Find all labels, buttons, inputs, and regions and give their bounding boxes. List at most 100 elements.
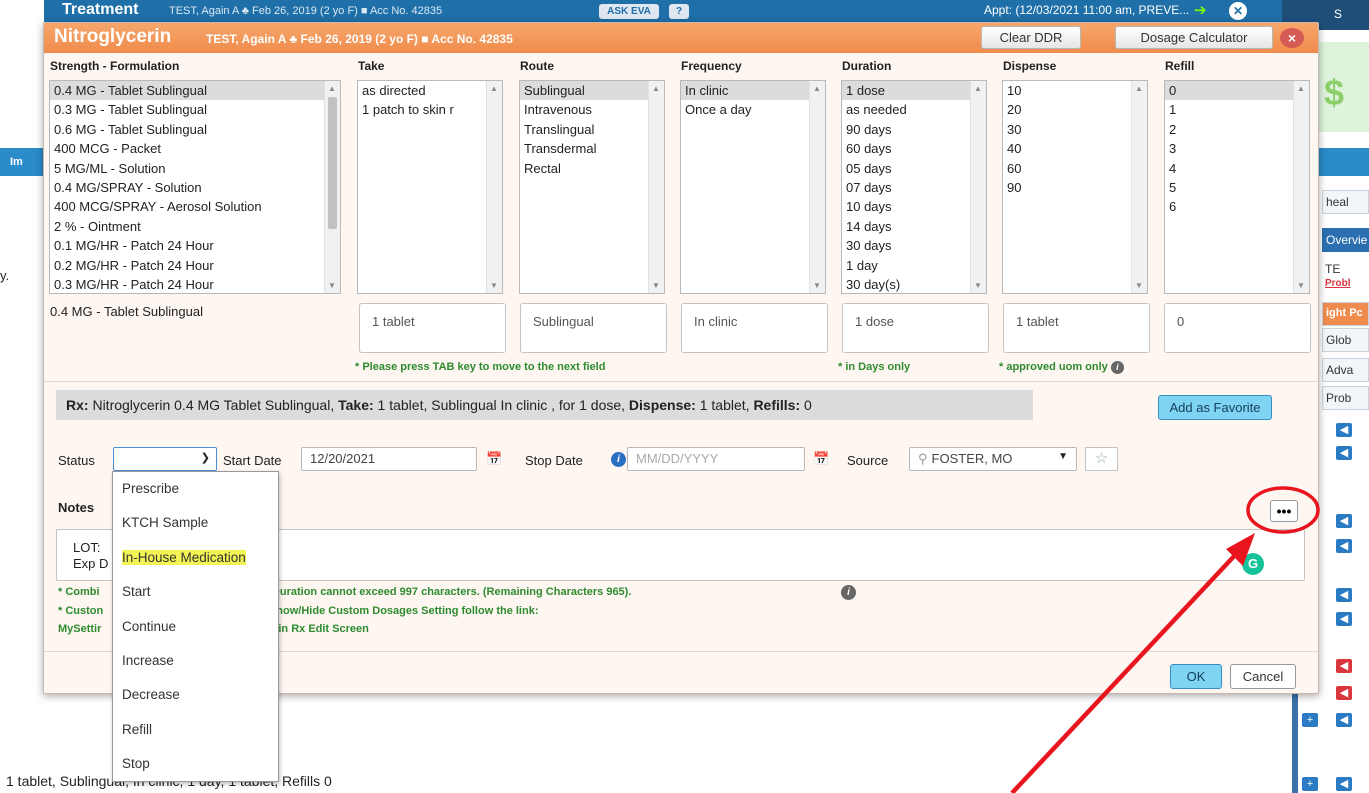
list-option[interactable]: In clinic — [681, 81, 825, 101]
status-option[interactable]: Prescribe — [113, 472, 278, 506]
dosage-calculator-button[interactable]: Dosage Calculator — [1115, 26, 1273, 49]
list-option[interactable]: 1 day — [842, 256, 986, 275]
scrollbar[interactable]: ▲ ▼ — [486, 81, 502, 293]
info-icon[interactable]: i — [611, 452, 626, 467]
list-option[interactable]: 1 dose — [842, 81, 986, 101]
caret-up-icon[interactable]: ▲ — [813, 84, 821, 93]
ok-button[interactable]: OK — [1170, 664, 1222, 689]
status-option[interactable]: Stop — [113, 747, 278, 781]
plus-icon[interactable]: + — [1302, 777, 1318, 791]
close-icon[interactable]: × — [1280, 28, 1304, 48]
list-option[interactable]: 90 days — [842, 120, 986, 139]
list-option[interactable]: 0.4 MG/SPRAY - Solution — [50, 178, 340, 197]
caret-down-icon[interactable]: ▼ — [813, 281, 821, 290]
list-option[interactable]: 2 % - Ointment — [50, 217, 340, 236]
status-option[interactable]: Decrease — [113, 678, 278, 712]
info-icon[interactable]: i — [1110, 361, 1124, 374]
calendar-icon[interactable]: 📅 — [486, 451, 502, 467]
status-option[interactable]: Increase — [113, 644, 278, 678]
status-option[interactable]: KTCH Sample — [113, 506, 278, 540]
caret-up-icon[interactable]: ▲ — [1297, 84, 1305, 93]
stop-date-input[interactable]: MM/DD/YYYY — [627, 447, 805, 471]
ask-eva-button[interactable]: ASK EVA — [599, 4, 659, 19]
list-option[interactable]: 30 — [1003, 120, 1147, 139]
close-icon[interactable]: ✕ — [1229, 2, 1247, 20]
list-option[interactable]: as directed — [358, 81, 502, 100]
side-label-health[interactable]: heal — [1322, 190, 1369, 214]
scrollbar-thumb[interactable] — [328, 97, 337, 229]
list-option[interactable]: 0.3 MG - Tablet Sublingual — [50, 100, 340, 119]
list-option[interactable]: Intravenous — [520, 100, 664, 119]
list-option[interactable]: 30 day(s) — [842, 275, 986, 293]
duration-listbox[interactable]: 1 dose as needed 90 days 60 days 05 days 07 d… — [841, 80, 987, 294]
arrow-left-icon[interactable]: ◀ — [1336, 539, 1352, 553]
list-option[interactable]: 20 — [1003, 100, 1147, 119]
arrow-right-icon[interactable]: ➔ — [1194, 1, 1207, 19]
list-option[interactable]: Sublingual — [520, 81, 664, 101]
list-option[interactable]: 90 — [1003, 178, 1147, 197]
scrollbar[interactable]: ▲ ▼ — [324, 81, 340, 293]
scrollbar[interactable]: ▲ ▼ — [1131, 81, 1147, 293]
caret-up-icon[interactable]: ▲ — [328, 84, 336, 93]
list-option[interactable]: as needed — [842, 100, 986, 119]
info-icon[interactable]: i — [841, 585, 856, 600]
list-option[interactable]: 0.2 MG/HR - Patch 24 Hour — [50, 256, 340, 275]
more-options-button[interactable]: ••• — [1270, 500, 1298, 522]
list-option[interactable]: 30 days — [842, 236, 986, 255]
arrow-left-icon[interactable]: ◀ — [1336, 686, 1352, 700]
route-value-field[interactable]: Sublingual — [520, 303, 667, 353]
take-listbox[interactable]: as directed 1 patch to skin r ▲ ▼ — [357, 80, 503, 294]
scrollbar[interactable]: ▲ ▼ — [809, 81, 825, 293]
help-button[interactable]: ? — [669, 4, 689, 19]
list-option[interactable]: 14 days — [842, 217, 986, 236]
plus-icon[interactable]: + — [1302, 713, 1318, 727]
caret-up-icon[interactable]: ▲ — [652, 84, 660, 93]
list-option[interactable]: Translingual — [520, 120, 664, 139]
list-option[interactable]: 4 — [1165, 159, 1309, 178]
list-option[interactable]: 0.4 MG - Tablet Sublingual — [50, 81, 340, 101]
frequency-listbox[interactable]: In clinic Once a day ▲ ▼ — [680, 80, 826, 294]
calendar-icon[interactable]: 📅 — [813, 451, 829, 467]
caret-down-icon[interactable]: ▼ — [652, 281, 660, 290]
scrollbar[interactable]: ▲ ▼ — [1293, 81, 1309, 293]
list-option[interactable]: 60 days — [842, 139, 986, 158]
dispense-listbox[interactable]: 10 20 30 40 60 90 ▲ ▼ — [1002, 80, 1148, 294]
duration-value-field[interactable]: 1 dose — [842, 303, 989, 353]
arrow-left-icon[interactable]: ◀ — [1336, 659, 1352, 673]
source-select[interactable]: ⚲ FOSTER, MO ▼ — [909, 447, 1077, 471]
side-label-highlight[interactable]: ight Pc — [1322, 302, 1369, 326]
side-label-problems-2[interactable]: Prob — [1322, 386, 1369, 410]
list-option[interactable]: 1 patch to skin r — [358, 100, 502, 119]
caret-up-icon[interactable]: ▲ — [490, 84, 498, 93]
grammarly-icon[interactable]: G — [1242, 553, 1264, 575]
cancel-button[interactable]: Cancel — [1230, 664, 1296, 689]
status-option[interactable]: Continue — [113, 610, 278, 644]
list-option[interactable]: 60 — [1003, 159, 1147, 178]
list-option[interactable]: 6 — [1165, 197, 1309, 216]
caret-down-icon[interactable]: ▼ — [328, 281, 336, 290]
clear-ddr-button[interactable]: Clear DDR — [981, 26, 1081, 49]
list-option[interactable]: 07 days — [842, 178, 986, 197]
list-option[interactable]: Once a day — [681, 100, 825, 119]
scrollbar[interactable]: ▲ ▼ — [970, 81, 986, 293]
list-option[interactable]: 400 MCG - Packet — [50, 139, 340, 158]
arrow-left-icon[interactable]: ◀ — [1336, 514, 1352, 528]
list-option[interactable]: 5 MG/ML - Solution — [50, 159, 340, 178]
list-option[interactable]: 0.1 MG/HR - Patch 24 Hour — [50, 236, 340, 255]
list-option[interactable]: Rectal — [520, 159, 664, 178]
side-label-global[interactable]: Glob — [1322, 328, 1369, 352]
arrow-left-icon[interactable]: ◀ — [1336, 612, 1352, 626]
side-label-problems[interactable]: Probl — [1322, 274, 1369, 298]
dispense-value-field[interactable]: 1 tablet — [1003, 303, 1150, 353]
side-label-advanced[interactable]: Adva — [1322, 358, 1369, 382]
status-option[interactable]: Refill — [113, 713, 278, 747]
list-option[interactable]: 0.3 MG/HR - Patch 24 Hour — [50, 275, 340, 293]
arrow-left-icon[interactable]: ◀ — [1336, 713, 1352, 727]
background-left-tab[interactable]: Im — [0, 148, 44, 176]
arrow-left-icon[interactable]: ◀ — [1336, 423, 1352, 437]
status-option[interactable]: Start — [113, 575, 278, 609]
list-option[interactable]: Transdermal — [520, 139, 664, 158]
list-option[interactable]: 40 — [1003, 139, 1147, 158]
arrow-left-icon[interactable]: ◀ — [1336, 588, 1352, 602]
list-option[interactable]: 10 days — [842, 197, 986, 216]
